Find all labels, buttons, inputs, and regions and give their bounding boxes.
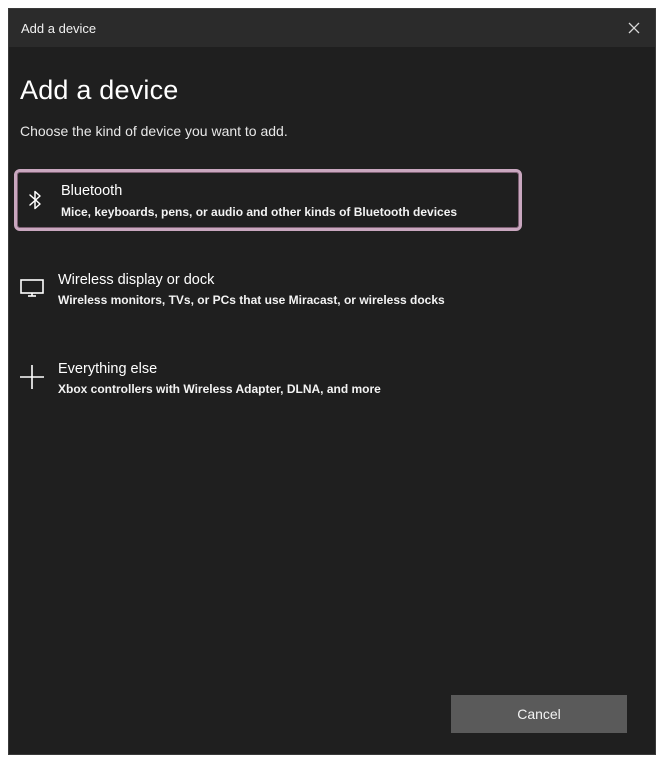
- plus-icon: [19, 364, 45, 390]
- page-subtitle: Choose the kind of device you want to ad…: [20, 123, 288, 139]
- add-device-dialog: Add a device Add a device Choose the kin…: [8, 8, 656, 755]
- close-icon: [628, 22, 640, 34]
- cancel-button[interactable]: Cancel: [451, 695, 627, 733]
- bluetooth-icon: [22, 187, 48, 213]
- option-everything-else-title: Everything else: [58, 361, 158, 377]
- option-everything-else[interactable]: Everything else Xbox controllers with Wi…: [14, 351, 522, 413]
- option-wireless-display[interactable]: Wireless display or dock Wireless monito…: [14, 262, 522, 324]
- option-bluetooth-title: Bluetooth: [61, 183, 123, 199]
- monitor-icon: [19, 275, 45, 301]
- option-bluetooth-description: Mice, keyboards, pens, or audio and othe…: [61, 205, 458, 219]
- option-bluetooth[interactable]: Bluetooth Mice, keyboards, pens, or audi…: [14, 169, 522, 231]
- close-button[interactable]: [621, 15, 647, 41]
- option-everything-else-description: Xbox controllers with Wireless Adapter, …: [58, 382, 381, 396]
- window-title: Add a device: [21, 21, 97, 36]
- title-bar: Add a device: [9, 9, 655, 47]
- page-title: Add a device: [20, 75, 179, 105]
- option-wireless-display-title: Wireless display or dock: [58, 272, 215, 288]
- option-wireless-display-description: Wireless monitors, TVs, or PCs that use …: [58, 293, 445, 307]
